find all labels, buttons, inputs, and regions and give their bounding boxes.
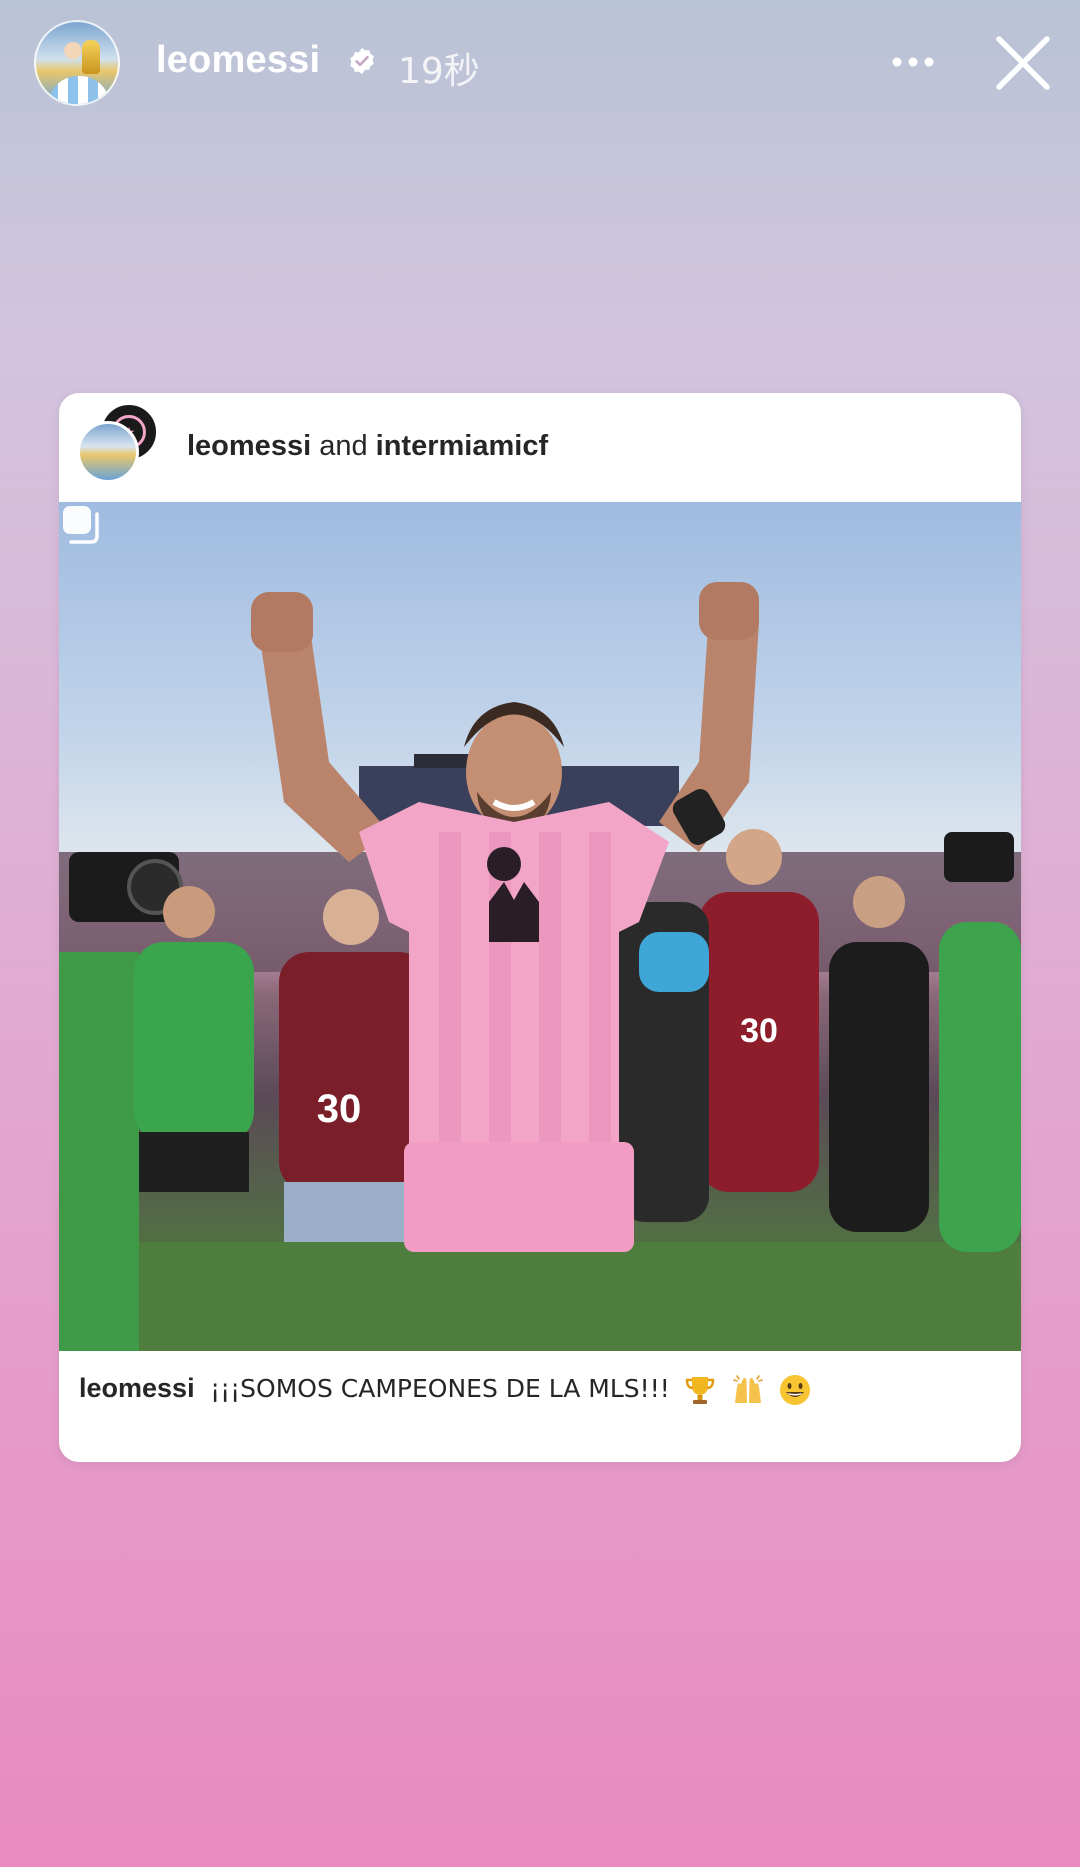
photographer-right	[939, 922, 1021, 1252]
jersey-graphic	[48, 76, 110, 104]
post-header: ★ leomessi and intermiamicf	[59, 393, 1021, 502]
player-shorts	[404, 1142, 634, 1252]
multi-image-icon	[63, 506, 99, 544]
person-green-vest	[134, 942, 254, 1142]
club-badge	[487, 847, 521, 881]
shared-post-card[interactable]: ★ leomessi and intermiamicf	[59, 393, 1021, 1462]
post-coauthors[interactable]: leomessi and intermiamicf	[187, 430, 548, 463]
trophy-graphic	[82, 40, 100, 74]
leomessi-avatar[interactable]	[77, 421, 139, 483]
camera-right	[944, 832, 1014, 882]
caption-username[interactable]: leomessi	[79, 1373, 195, 1403]
story-avatar[interactable]	[34, 20, 120, 106]
photographer-left	[59, 952, 139, 1351]
player-left-fist	[251, 592, 313, 652]
coauthor-joiner: and	[319, 430, 368, 462]
raising-hands-icon	[732, 1375, 763, 1403]
stadium-sign	[414, 754, 474, 768]
grass	[59, 1242, 1021, 1351]
smiley-icon	[780, 1375, 811, 1405]
trophy-icon	[686, 1377, 715, 1404]
coauthor-1[interactable]: leomessi	[187, 430, 311, 462]
coauthor-2[interactable]: intermiamicf	[376, 430, 548, 462]
photo-illustration: 30 30	[59, 582, 1021, 1351]
person-right-black	[829, 942, 929, 1232]
player-left-arm	[259, 622, 389, 862]
more-horizontal-icon[interactable]	[890, 50, 936, 74]
verified-badge-icon	[350, 48, 374, 74]
story-time: 19秒	[398, 51, 480, 92]
vest-number-left: 30	[317, 1087, 362, 1131]
vest-number-right: 30	[740, 1012, 778, 1050]
caption-text: ¡¡¡SOMOS CAMPEONES DE LA MLS!!!	[210, 1374, 670, 1404]
close-icon[interactable]	[993, 33, 1053, 93]
story-username[interactable]: leomessi	[156, 39, 320, 82]
story-header: leomessi 19秒	[0, 0, 1080, 125]
post-photo[interactable]: 30 30	[59, 502, 1021, 1351]
player-right-fist	[699, 582, 759, 640]
post-caption: leomessi ¡¡¡SOMOS CAMPEONES DE LA MLS!!!	[79, 1373, 1009, 1407]
player-head	[466, 714, 562, 830]
